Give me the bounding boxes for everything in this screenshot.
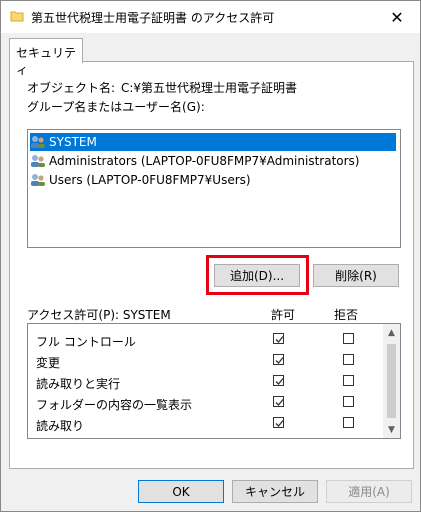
deny-checkbox[interactable]: [343, 396, 354, 407]
close-button[interactable]: ✕: [374, 1, 420, 33]
allow-checkbox[interactable]: [273, 417, 284, 428]
permission-row: 読み取りと実行: [28, 371, 383, 393]
permission-name: 読み取り: [36, 419, 85, 433]
close-icon: ✕: [390, 7, 404, 27]
deny-checkbox[interactable]: [343, 375, 354, 386]
deny-checkbox[interactable]: [343, 354, 354, 365]
user-group-icon: [31, 155, 45, 167]
scroll-thumb[interactable]: [387, 344, 396, 418]
window-title: 第五世代税理士用電子証明書 のアクセス許可: [31, 11, 275, 25]
add-button[interactable]: 追加(D)...: [214, 264, 300, 287]
apply-button[interactable]: 適用(A): [326, 480, 412, 503]
deny-header: 拒否: [334, 308, 359, 322]
title-bar: 第五世代税理士用電子証明書 のアクセス許可 ✕: [1, 1, 420, 33]
permission-row: フル コントロール: [28, 329, 383, 351]
scroll-down-icon[interactable]: ▼: [383, 421, 400, 438]
allow-checkbox[interactable]: [273, 354, 284, 365]
deny-checkbox[interactable]: [343, 333, 354, 344]
permission-name: フル コントロール: [36, 335, 136, 349]
cancel-button[interactable]: キャンセル: [232, 480, 318, 503]
allow-header: 許可: [271, 308, 296, 322]
list-item-system[interactable]: SYSTEM: [30, 133, 396, 151]
permission-name: 変更: [36, 356, 61, 370]
user-group-icon: [31, 136, 45, 148]
principal-name: SYSTEM: [49, 135, 97, 149]
permissions-grid: フル コントロール 変更 読み取りと実行 フォルダーの内容の一覧表示 読み取り …: [27, 323, 401, 439]
allow-checkbox[interactable]: [273, 333, 284, 344]
principal-list[interactable]: SYSTEM Administrators (LAPTOP-0FU8FMP7¥A…: [27, 129, 401, 248]
user-group-icon: [31, 174, 45, 186]
permission-row: フォルダーの内容の一覧表示: [28, 392, 383, 414]
tab-security[interactable]: セキュリティ: [9, 38, 83, 77]
principal-name: Users (LAPTOP-0FU8FMP7¥Users): [49, 173, 251, 187]
tab-security-label: セキュリティ: [16, 46, 77, 77]
allow-checkbox[interactable]: [273, 396, 284, 407]
deny-checkbox[interactable]: [343, 417, 354, 428]
permission-row: 読み取り: [28, 413, 383, 435]
permissions-scrollbar[interactable]: ▲ ▼: [383, 324, 400, 438]
principal-name: Administrators (LAPTOP-0FU8FMP7¥Administ…: [49, 154, 360, 168]
object-name-label: オブジェクト名:: [27, 81, 116, 95]
group-user-label: グループ名またはユーザー名(G):: [27, 100, 205, 114]
ok-button[interactable]: OK: [138, 480, 224, 503]
permissions-label: アクセス許可(P): SYSTEM: [27, 308, 171, 322]
permission-row: 変更: [28, 350, 383, 372]
remove-button[interactable]: 削除(R): [313, 264, 399, 287]
permission-name: 読み取りと実行: [36, 377, 121, 391]
scroll-up-icon[interactable]: ▲: [383, 324, 400, 341]
list-item-users[interactable]: Users (LAPTOP-0FU8FMP7¥Users): [30, 171, 396, 189]
allow-checkbox[interactable]: [273, 375, 284, 386]
folder-icon: [10, 11, 24, 22]
list-item-administrators[interactable]: Administrators (LAPTOP-0FU8FMP7¥Administ…: [30, 152, 396, 170]
permission-name: フォルダーの内容の一覧表示: [36, 398, 193, 412]
permissions-dialog: 第五世代税理士用電子証明書 のアクセス許可 ✕ セキュリティ オブジェクト名: …: [0, 0, 421, 512]
object-name-value: C:¥第五世代税理士用電子証明書: [121, 81, 298, 95]
